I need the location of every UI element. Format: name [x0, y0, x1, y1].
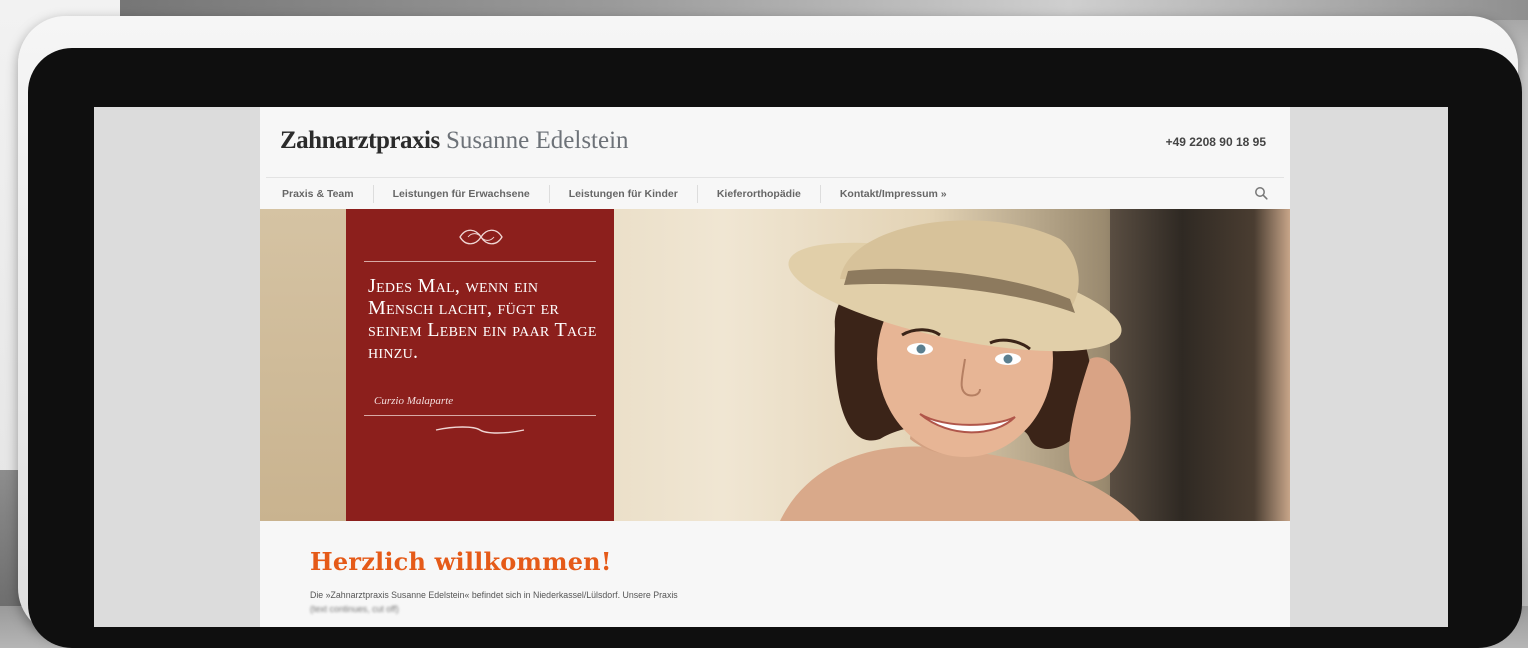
quote-author: Curzio Malaparte: [374, 395, 454, 407]
nav-item-kontakt-impressum[interactable]: Kontakt/Impressum »: [821, 185, 966, 203]
nav-item-kieferorthopaedie[interactable]: Kieferorthopädie: [698, 185, 821, 203]
hero-wall: [260, 209, 350, 521]
nav-item-leistungen-kinder[interactable]: Leistungen für Kinder: [550, 185, 698, 203]
brand-name-bold: Zahnarztpraxis: [280, 127, 440, 154]
hero-photo-woman: [780, 220, 1140, 521]
hero-banner: Jedes Mal, wenn ein Mensch lacht, fügt e…: [260, 209, 1290, 521]
intro-line-2: (text continues, cut off): [310, 604, 399, 614]
flourish-ornament-icon: [459, 229, 503, 245]
monitor-screen: Zahnarztpraxis Susanne Edelstein +49 220…: [94, 107, 1448, 627]
phone-number[interactable]: +49 2208 90 18 95: [1166, 135, 1266, 149]
nav-item-praxis-team[interactable]: Praxis & Team: [266, 185, 374, 203]
site-header: Zahnarztpraxis Susanne Edelstein +49 220…: [260, 107, 1290, 177]
website-page: Zahnarztpraxis Susanne Edelstein +49 220…: [260, 107, 1290, 627]
intro-line-1: Die »Zahnarztpraxis Susanne Edelstein« b…: [310, 590, 678, 600]
site-logo[interactable]: Zahnarztpraxis Susanne Edelstein: [280, 127, 629, 155]
nav-item-leistungen-erwachsene[interactable]: Leistungen für Erwachsene: [374, 185, 550, 203]
main-navigation: Praxis & Team Leistungen für Erwachsene …: [266, 177, 1284, 211]
search-icon[interactable]: [1254, 186, 1268, 200]
brand-name-light: Susanne Edelstein: [445, 127, 629, 154]
welcome-heading: Herzlich willkommen!: [310, 547, 612, 576]
quote-divider-top: [364, 261, 596, 262]
flourish-line-icon: [435, 426, 525, 434]
quote-divider-bottom: [364, 415, 596, 416]
quote-panel: Jedes Mal, wenn ein Mensch lacht, fügt e…: [346, 209, 614, 521]
intro-paragraph: Die »Zahnarztpraxis Susanne Edelstein« b…: [310, 588, 870, 616]
hero-quote: Jedes Mal, wenn ein Mensch lacht, fügt e…: [368, 275, 597, 363]
